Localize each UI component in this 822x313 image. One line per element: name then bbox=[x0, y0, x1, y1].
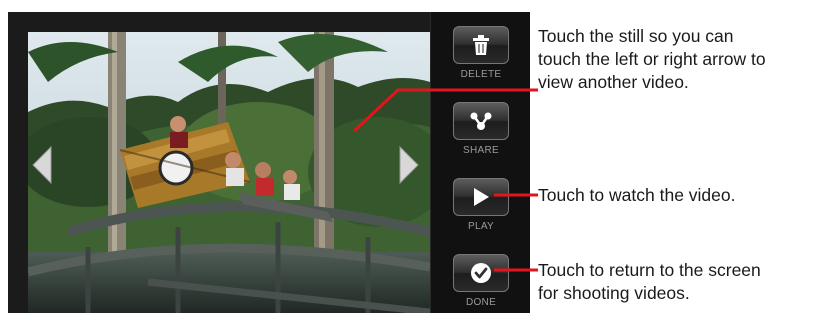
callout-still: Touch the still so you can touch the lef… bbox=[538, 25, 766, 94]
callout-done: Touch to return to the screen for shooti… bbox=[538, 259, 761, 305]
callout-done-line: Touch to return to the screen bbox=[538, 260, 761, 280]
callout-play: Touch to watch the video. bbox=[538, 185, 736, 205]
callout-still-line: touch the left or right arrow to bbox=[538, 49, 766, 69]
still-leader-line bbox=[352, 88, 538, 133]
callout-still-line: view another video. bbox=[538, 72, 689, 92]
callout-done-line: for shooting videos. bbox=[538, 283, 690, 303]
callout-still-line: Touch the still so you can bbox=[538, 26, 734, 46]
